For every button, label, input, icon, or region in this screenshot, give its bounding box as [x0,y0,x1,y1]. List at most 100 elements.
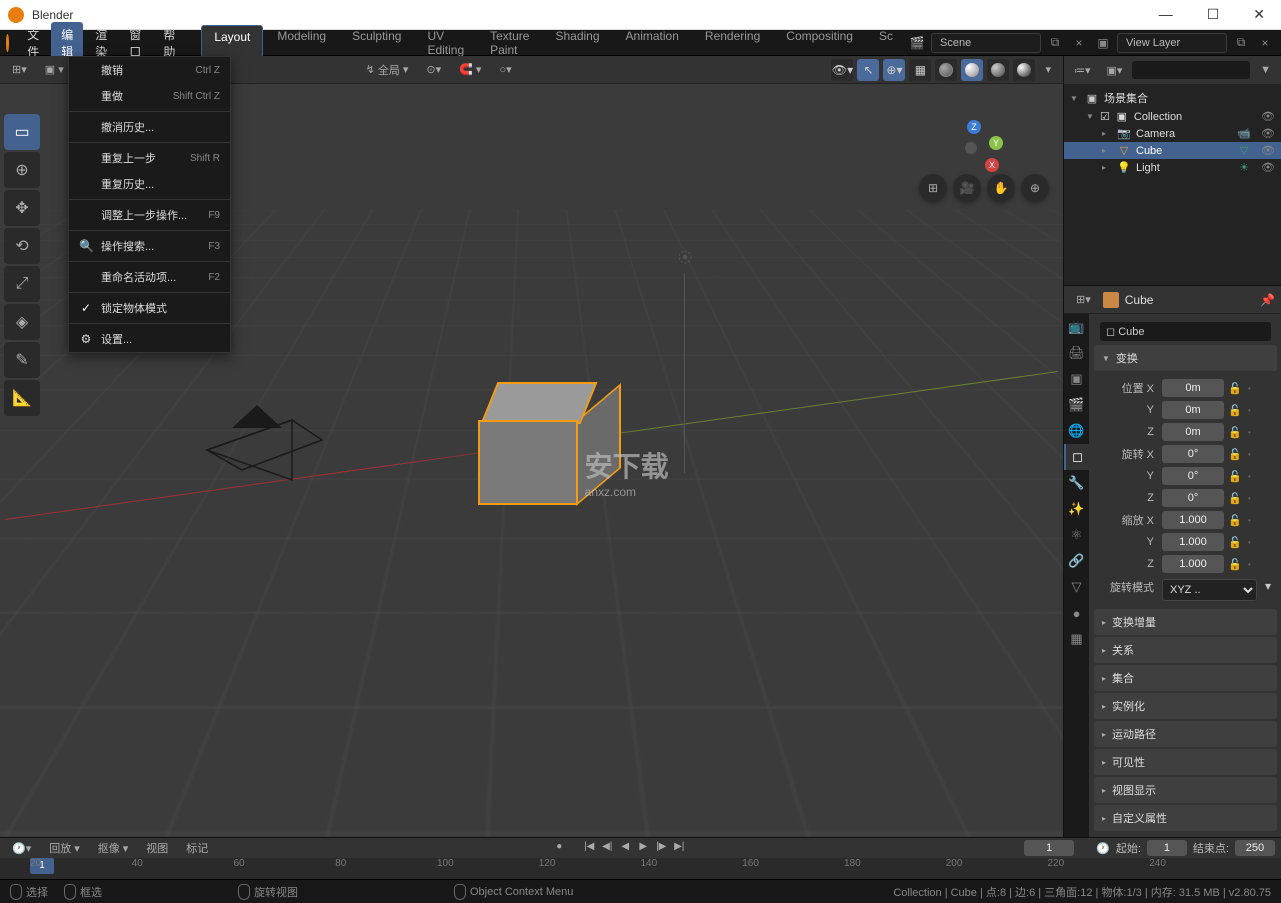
minimize-button[interactable]: — [1151,2,1181,27]
shading-wireframe[interactable] [935,59,957,81]
proptab-texture[interactable]: ▦ [1064,626,1089,652]
timeline-ruler[interactable]: 1 20 40 60 80 100 120 140 160 180 200 22… [0,858,1281,879]
proportional-edit[interactable]: ○▾ [493,60,517,79]
mesh-data-icon[interactable]: ▽ [1235,144,1253,157]
pivot-selector[interactable]: ⊙▾ [420,60,447,79]
viewlayer-browse-icon[interactable]: ⧉ [1231,33,1251,53]
snap-toggle[interactable]: 🧲 ▾ [453,60,487,79]
scene-icon[interactable]: 🎬 [907,33,927,53]
location-y[interactable] [1162,401,1224,419]
outliner-editor-type[interactable]: ≔▾ [1068,61,1097,80]
pan-button[interactable]: ✋ [987,174,1015,202]
menu-lock-object-modes[interactable]: 锁定物体模式 [69,295,230,321]
visibility-toggle[interactable]: 👁 [1261,144,1275,157]
blender-icon[interactable] [6,34,9,52]
rotation-mode-select[interactable]: XYZ .. [1162,579,1257,601]
proptab-world[interactable]: 🌐 [1064,418,1089,444]
tree-scene-collection[interactable]: ▼▣ 场景集合 [1064,88,1281,108]
menu-redo[interactable]: 重做Shift Ctrl Z [69,83,230,109]
lock-icon[interactable]: 🔓 [1228,382,1244,395]
tree-collection[interactable]: ▼ ☑ ▣ Collection 👁 [1064,108,1281,125]
view-layer-field[interactable] [1117,33,1227,53]
end-frame-field[interactable] [1235,840,1275,856]
scale-y[interactable] [1162,533,1224,551]
visibility-toggle[interactable]: 👁 [1261,127,1275,140]
panel-collections[interactable]: ▸集合 [1094,665,1277,691]
outliner-display-mode[interactable]: ▣▾ [1101,61,1129,80]
viewlayer-icon[interactable]: ▣ [1093,33,1113,53]
axis-z-handle[interactable]: Z [967,120,981,134]
camera-data-icon[interactable]: 📹 [1235,127,1253,140]
object-datablock[interactable]: ◻ Cube [1100,322,1271,341]
panel-relations[interactable]: ▸关系 [1094,637,1277,663]
proptab-object[interactable]: ◻ [1064,444,1089,470]
rotation-x[interactable] [1162,445,1224,463]
shading-solid[interactable] [961,59,983,81]
scene-delete-icon[interactable]: × [1069,33,1089,53]
shading-lookdev[interactable] [987,59,1009,81]
current-frame-field[interactable] [1024,840,1074,856]
overlay-toggle[interactable]: ⊕▾ [883,59,905,81]
visibility-toggle[interactable]: 👁▾ [831,59,853,81]
rotation-y[interactable] [1162,467,1224,485]
scene-browse-icon[interactable]: ⧉ [1045,33,1065,53]
proptab-particles[interactable]: ✨ [1064,496,1089,522]
rotation-z[interactable] [1162,489,1224,507]
shading-options[interactable]: ▾ [1039,60,1057,79]
panel-motion-paths[interactable]: ▸运动路径 [1094,721,1277,747]
play-reverse[interactable]: ◀ [617,841,633,855]
menu-undo-history[interactable]: 撤消历史... [69,114,230,140]
viewlayer-delete-icon[interactable]: × [1255,33,1275,53]
play-forward[interactable]: ▶ [635,841,651,855]
light-object[interactable] [670,242,700,473]
scale-z[interactable] [1162,555,1224,573]
timeline-marker-menu[interactable]: 标记 [180,837,214,859]
tree-cube[interactable]: ▸ ▽ Cube ▽ 👁 [1064,142,1281,159]
tool-select-box[interactable]: ▭ [4,114,40,150]
axis-x-handle[interactable]: X [985,158,999,172]
panel-custom-properties[interactable]: ▸自定义属性 [1094,805,1277,831]
panel-transform-header[interactable]: ▼变换 [1094,345,1277,371]
mode-selector[interactable]: ▣ ▾ [39,60,70,79]
proptab-constraints[interactable]: 🔗 [1064,548,1089,574]
proptab-physics[interactable]: ⚛ [1064,522,1089,548]
panel-visibility[interactable]: ▸可见性 [1094,749,1277,775]
camera-object[interactable] [202,400,332,490]
close-button[interactable]: ✕ [1245,2,1273,27]
shading-rendered[interactable] [1013,59,1035,81]
editor-type-selector[interactable]: ⊞▾ [6,60,33,79]
visibility-toggle[interactable]: 👁 [1261,161,1275,174]
tool-transform[interactable]: ◈ [4,304,40,340]
outliner-filter[interactable]: ▼ [1254,61,1277,79]
proptab-viewlayer[interactable]: ▣ [1064,366,1089,392]
outliner-search-input[interactable] [1132,61,1250,79]
proptab-modifiers[interactable]: 🔧 [1064,470,1089,496]
proptab-output[interactable]: 🖨 [1064,340,1089,366]
orientation-selector[interactable]: ↯ 全局 ▾ [360,59,415,81]
tool-annotate[interactable]: ✎ [4,342,40,378]
jump-to-start[interactable]: |◀ [581,841,597,855]
tool-measure[interactable]: 📐 [4,380,40,416]
tree-camera[interactable]: ▸ 📷 Camera 📹 👁 [1064,125,1281,142]
axis-y-handle[interactable]: Y [989,136,1003,150]
jump-to-end[interactable]: ▶| [671,841,687,855]
menu-preferences[interactable]: ⚙设置... [69,326,230,352]
light-data-icon[interactable]: ☀ [1235,161,1253,174]
panel-delta-transform[interactable]: ▸变换增量 [1094,609,1277,635]
camera-view-button[interactable]: 🎥 [953,174,981,202]
tree-light[interactable]: ▸ 💡 Light ☀ 👁 [1064,159,1281,176]
pin-icon[interactable]: 📌 [1260,293,1275,307]
location-x[interactable] [1162,379,1224,397]
zoom-button[interactable]: ⊞ [919,174,947,202]
proptab-scene[interactable]: 🎬 [1064,392,1089,418]
scene-field[interactable] [931,33,1041,53]
panel-viewport-display[interactable]: ▸视图显示 [1094,777,1277,803]
xray-toggle[interactable]: ▦ [909,59,931,81]
menu-repeat-history[interactable]: 重复历史... [69,171,230,197]
scale-x[interactable] [1162,511,1224,529]
tool-cursor[interactable]: ⊕ [4,152,40,188]
timeline-view-menu[interactable]: 视图 [140,837,174,859]
tool-move[interactable]: ✥ [4,190,40,226]
menu-rename-active[interactable]: 重命名活动项...F2 [69,264,230,290]
proptab-data[interactable]: ▽ [1064,574,1089,600]
